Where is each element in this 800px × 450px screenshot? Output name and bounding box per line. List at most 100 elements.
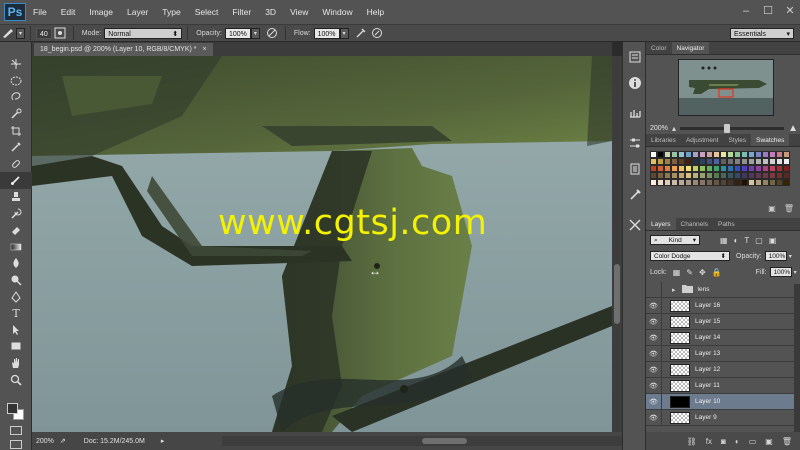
- pressure-size-icon[interactable]: [369, 26, 385, 40]
- tab-libraries[interactable]: Libraries: [646, 134, 681, 146]
- swatch[interactable]: [720, 179, 727, 186]
- opacity-dropdown[interactable]: ▾: [250, 27, 260, 39]
- clone-stamp-tool-icon[interactable]: [0, 189, 32, 206]
- vertical-scroll-thumb[interactable]: [614, 264, 620, 324]
- expand-arrow-icon[interactable]: ▸: [672, 286, 676, 294]
- swatch[interactable]: [741, 151, 748, 158]
- delete-layer-icon[interactable]: 🗑: [782, 437, 792, 446]
- brush-preset-dropdown[interactable]: ▾: [16, 27, 25, 39]
- swatch[interactable]: [664, 158, 671, 165]
- swatch[interactable]: [783, 172, 790, 179]
- chevron-down-icon[interactable]: ▾: [794, 269, 797, 276]
- swatch[interactable]: [706, 158, 713, 165]
- swatch[interactable]: [678, 172, 685, 179]
- swatch[interactable]: [748, 158, 755, 165]
- share-icon[interactable]: ⇗: [60, 437, 66, 445]
- swatch[interactable]: [783, 158, 790, 165]
- swatch[interactable]: [734, 151, 741, 158]
- lock-pixels-icon[interactable]: ✎: [686, 268, 693, 277]
- zoom-level[interactable]: 200%: [36, 438, 54, 445]
- swatch[interactable]: [678, 158, 685, 165]
- foreground-color[interactable]: [7, 403, 18, 414]
- swatch[interactable]: [664, 172, 671, 179]
- minimize-button[interactable]: –: [740, 4, 752, 18]
- swatch[interactable]: [664, 179, 671, 186]
- color-swatches[interactable]: [7, 403, 25, 421]
- swatch[interactable]: [734, 179, 741, 186]
- marquee-tool-icon[interactable]: [0, 73, 32, 90]
- lock-transparent-icon[interactable]: ▦: [673, 268, 681, 277]
- swatch[interactable]: [713, 165, 720, 172]
- menu-file[interactable]: File: [26, 0, 54, 24]
- tab-channels[interactable]: Channels: [676, 218, 713, 230]
- visibility-eye-icon[interactable]: 👁: [646, 361, 662, 378]
- swatch[interactable]: [699, 151, 706, 158]
- swatch[interactable]: [755, 158, 762, 165]
- layer-row[interactable]: 👁 Layer 15: [646, 313, 794, 330]
- tab-styles[interactable]: Styles: [723, 134, 751, 146]
- swatch[interactable]: [706, 151, 713, 158]
- flow-field[interactable]: 100%: [313, 27, 340, 39]
- swatch[interactable]: [692, 151, 699, 158]
- swatch[interactable]: [748, 172, 755, 179]
- horizontal-scrollbar[interactable]: [222, 436, 642, 446]
- swatch[interactable]: [762, 158, 769, 165]
- swatch[interactable]: [755, 151, 762, 158]
- swatch[interactable]: [706, 179, 713, 186]
- swatch[interactable]: [650, 172, 657, 179]
- layer-row[interactable]: 👁 Layer 13: [646, 345, 794, 362]
- adjustments-panel-icon[interactable]: [624, 132, 646, 154]
- menu-image[interactable]: Image: [82, 0, 120, 24]
- layer-row[interactable]: 👁 Layer 16: [646, 297, 794, 314]
- swatch[interactable]: [727, 179, 734, 186]
- status-menu-arrow-icon[interactable]: ▸: [161, 437, 165, 445]
- tab-swatches[interactable]: Swatches: [751, 134, 790, 146]
- chevron-down-icon[interactable]: ▾: [789, 253, 792, 260]
- zoom-out-icon[interactable]: ▴: [672, 124, 676, 133]
- swatch[interactable]: [671, 158, 678, 165]
- swatch[interactable]: [706, 172, 713, 179]
- swatch[interactable]: [699, 179, 706, 186]
- swatch[interactable]: [671, 179, 678, 186]
- swatch[interactable]: [783, 179, 790, 186]
- swatch[interactable]: [692, 172, 699, 179]
- visibility-eye-icon[interactable]: 👁: [646, 377, 662, 394]
- swatch[interactable]: [713, 179, 720, 186]
- swatch[interactable]: [713, 172, 720, 179]
- layer-row[interactable]: 👁 Layer 11: [646, 377, 794, 394]
- layer-row[interactable]: 👁 Layer 12: [646, 361, 794, 378]
- swatch[interactable]: [734, 158, 741, 165]
- tab-navigator[interactable]: Navigator: [671, 42, 710, 54]
- swatch[interactable]: [699, 165, 706, 172]
- layer-row[interactable]: 👁 Layer 9: [646, 409, 794, 426]
- swatch[interactable]: [678, 179, 685, 186]
- tab-color[interactable]: Color: [646, 42, 672, 54]
- workspace-select[interactable]: Essentials ▾: [730, 28, 794, 39]
- swatch[interactable]: [650, 179, 657, 186]
- swatch[interactable]: [762, 165, 769, 172]
- horizontal-scroll-thumb[interactable]: [422, 438, 467, 444]
- swatch[interactable]: [650, 165, 657, 172]
- navigator-zoom-knob[interactable]: [724, 123, 731, 133]
- swatch[interactable]: [762, 179, 769, 186]
- move-tool-icon[interactable]: [0, 56, 32, 73]
- swatch[interactable]: [671, 151, 678, 158]
- menu-select[interactable]: Select: [188, 0, 226, 24]
- swatch[interactable]: [657, 158, 664, 165]
- eraser-tool-icon[interactable]: [0, 222, 32, 239]
- menu-window[interactable]: Window: [315, 0, 359, 24]
- swatch[interactable]: [776, 172, 783, 179]
- swatch[interactable]: [734, 172, 741, 179]
- adjustment-filter-icon[interactable]: ◐: [734, 236, 739, 245]
- swatch-grid[interactable]: [650, 151, 790, 186]
- layer-group-row[interactable]: ▸ lens: [646, 281, 794, 298]
- swatch[interactable]: [720, 151, 727, 158]
- swatch[interactable]: [769, 165, 776, 172]
- pressure-opacity-icon[interactable]: [264, 26, 280, 40]
- visibility-eye-icon[interactable]: 👁: [646, 313, 662, 330]
- blur-tool-icon[interactable]: [0, 255, 32, 272]
- maximize-button[interactable]: ☐: [762, 4, 774, 18]
- crop-tool-icon[interactable]: [0, 122, 32, 139]
- visibility-eye-icon[interactable]: 👁: [646, 297, 662, 314]
- pen-tool-icon[interactable]: [0, 288, 32, 305]
